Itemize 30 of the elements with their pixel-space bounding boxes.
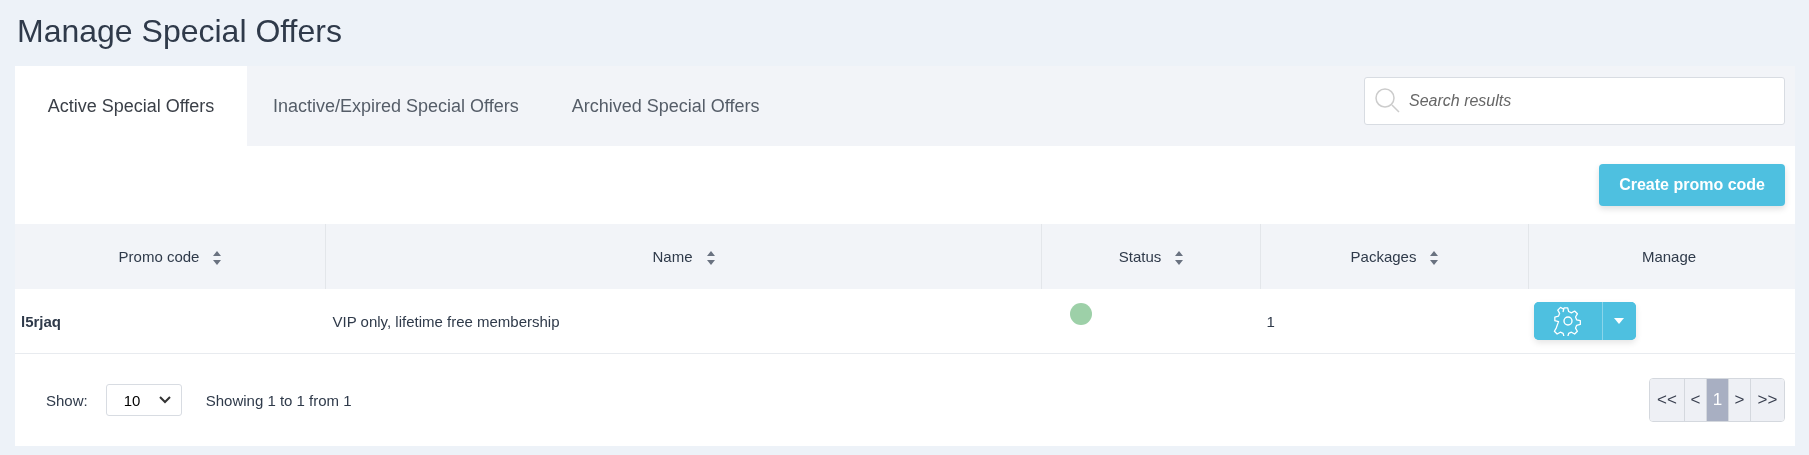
- table-cell: 1: [1266, 312, 1275, 330]
- column-header[interactable]: Name: [325, 224, 1042, 289]
- page-button[interactable]: >: [1728, 379, 1750, 421]
- search-field[interactable]: Search results: [1364, 77, 1785, 125]
- chevron-down-icon: [158, 396, 171, 404]
- settings-icon: [1552, 306, 1583, 336]
- tab[interactable]: Active Special Offers: [15, 66, 247, 146]
- settings-button[interactable]: [1533, 302, 1602, 340]
- show-label: Show:: [46, 391, 88, 409]
- search-icon: [1374, 87, 1402, 115]
- column-header[interactable]: Promo code: [15, 224, 326, 289]
- sort-icon: [1430, 251, 1439, 265]
- caret-icon: [1614, 318, 1624, 324]
- tab[interactable]: Inactive/Expired Special Offers: [247, 66, 546, 146]
- dropdown-button[interactable]: [1601, 302, 1636, 340]
- page-button[interactable]: <<: [1650, 379, 1684, 421]
- page-title: Manage Special Offers: [16, 12, 343, 51]
- page-size-select[interactable]: 10: [105, 384, 182, 416]
- sort-icon: [706, 251, 715, 265]
- column-header[interactable]: Packages: [1260, 224, 1529, 289]
- page-button[interactable]: >>: [1750, 379, 1784, 421]
- results-summary: Showing 1 to 1 from 1: [205, 391, 352, 409]
- column-header: Manage: [1528, 224, 1795, 289]
- table-cell: VIP only, lifetime free membership: [332, 312, 560, 330]
- page-button[interactable]: <: [1684, 379, 1706, 421]
- sort-icon: [1175, 251, 1184, 265]
- sort-icon: [213, 251, 222, 265]
- table-cell: l5rjaq: [21, 312, 62, 330]
- column-header[interactable]: Status: [1041, 224, 1261, 289]
- tab[interactable]: Archived Special Offers: [545, 66, 787, 146]
